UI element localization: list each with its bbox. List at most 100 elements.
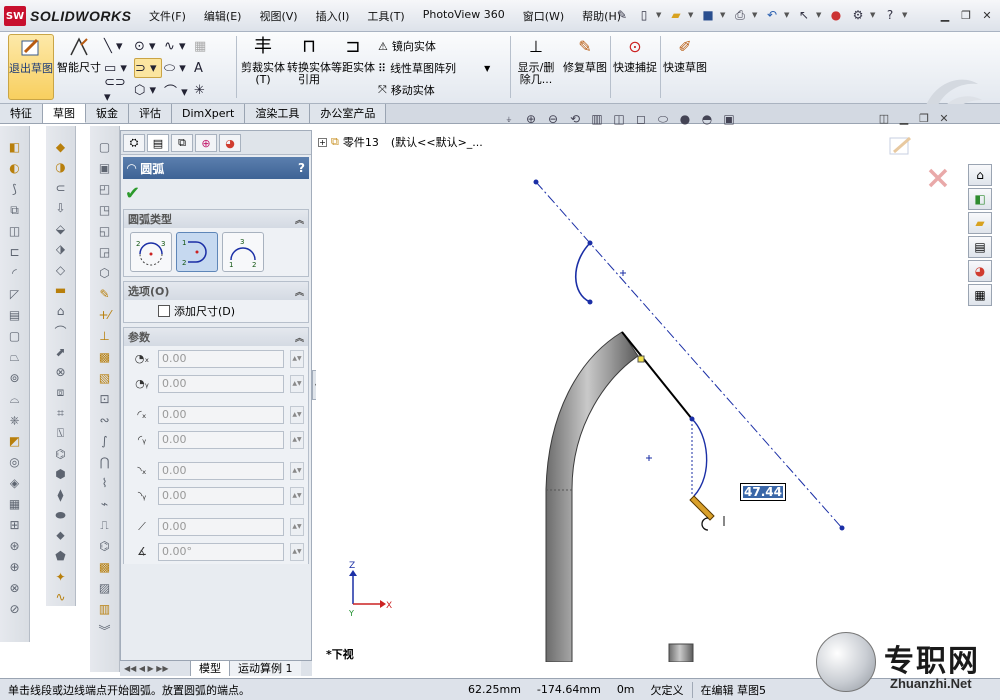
display-manager-tab-icon[interactable]: ◕	[219, 134, 241, 152]
end-y-field[interactable]: 0.00	[158, 486, 284, 505]
surface-revolve-icon[interactable]: ◑	[52, 158, 70, 175]
surface-sweep-icon[interactable]: ⊂	[52, 179, 70, 196]
spinner-icon[interactable]: ▲▼	[290, 542, 304, 561]
edit-appearance-icon[interactable]: ●	[676, 110, 694, 128]
offset-surface-icon[interactable]: ▬	[52, 281, 70, 298]
dimxpert-manager-tab-icon[interactable]: ⊕	[195, 134, 217, 152]
center-x-field[interactable]: 0.00	[158, 349, 284, 368]
tab-office-products[interactable]: 办公室产品	[310, 104, 387, 123]
menu-insert[interactable]: 插入(I)	[307, 8, 359, 24]
knit-surface-icon[interactable]: ⌗	[52, 404, 70, 421]
display-delete-relations-button[interactable]: ⊥ 显示/删除几...	[514, 34, 558, 100]
minimize-icon[interactable]: ▁	[896, 110, 912, 126]
boundary-icon[interactable]: ◫	[6, 222, 24, 240]
surface-loft-icon[interactable]: ⇩	[52, 199, 70, 216]
tab-dimxpert[interactable]: DimXpert	[172, 104, 246, 123]
mirror-entities-button[interactable]: ⚠ 镜向实体	[378, 36, 436, 56]
start-y-field[interactable]: 0.00	[158, 430, 284, 449]
chevron-down-icon[interactable]: ▼	[688, 5, 696, 25]
composite-curve-icon[interactable]: ⎍	[96, 516, 114, 534]
add-relation-icon[interactable]: +⁄	[96, 306, 114, 324]
three-point-arc-icon[interactable]: 3 1 2	[222, 232, 264, 272]
close-icon[interactable]: ✕	[978, 6, 996, 24]
collapse-icon[interactable]: ︽	[295, 285, 304, 298]
thicken-icon[interactable]: ⬬	[52, 507, 70, 524]
center-y-field[interactable]: 0.00	[158, 374, 284, 393]
view-settings-icon[interactable]: ▣	[720, 110, 738, 128]
end-x-field[interactable]: 0.00	[158, 461, 284, 480]
instant3d-icon[interactable]: ◈	[6, 474, 24, 492]
polygon-icon[interactable]: ⬡ ▾	[134, 80, 162, 100]
restore-icon[interactable]: ❐	[957, 6, 975, 24]
spline-tools-icon[interactable]: ∿	[52, 589, 70, 606]
file-explorer-icon[interactable]: ▰	[968, 212, 992, 234]
property-manager-tab-icon[interactable]: ▤	[147, 134, 169, 152]
smart-dim-side-icon[interactable]: ✦	[52, 568, 70, 585]
ruled-surface-icon[interactable]: ⌂	[52, 302, 70, 319]
freeform-icon[interactable]: ⬟	[52, 548, 70, 565]
rebuild-light-icon[interactable]: ●	[826, 5, 846, 25]
print-icon[interactable]: ⎙	[730, 5, 750, 25]
chevron-down-icon[interactable]: ▼	[656, 5, 664, 25]
dome-icon[interactable]: ⌓	[6, 390, 24, 408]
menu-edit[interactable]: 编辑(E)	[195, 8, 251, 24]
sketch-edit-icon[interactable]: ✎	[96, 285, 114, 303]
convert-entities-button[interactable]: ⊓ 转换实体引用	[286, 34, 332, 100]
spinner-icon[interactable]: ▲▼	[290, 486, 304, 505]
sweep-icon[interactable]: ⟆	[6, 180, 24, 198]
view-top-icon[interactable]: ◱	[96, 222, 114, 240]
intersect-icon[interactable]: ⊗	[6, 579, 24, 597]
solidworks-logo[interactable]: SW SOLIDWORKS	[4, 6, 131, 26]
close-icon[interactable]: ✕	[936, 110, 952, 126]
dimension-input-box[interactable]: 47.44	[740, 483, 786, 501]
feature-manager-tab-icon[interactable]: ⛭	[123, 134, 145, 152]
custom-properties-icon[interactable]: ▦	[968, 284, 992, 306]
arc-icon[interactable]: ⊃ ▾	[134, 58, 162, 78]
text-icon[interactable]: A	[194, 58, 222, 78]
hide-show-icon[interactable]: ⬭	[654, 110, 672, 128]
sketch-canvas[interactable]: Z X Y	[316, 124, 968, 662]
tab-sketch[interactable]: 草图	[43, 104, 86, 123]
view-right-icon[interactable]: ◳	[96, 201, 114, 219]
parameters-header[interactable]: 参数 ︽	[124, 328, 308, 346]
collapse-icon[interactable]: ︽	[295, 213, 304, 226]
move-entities-button[interactable]: ⤧ 移动实体	[378, 80, 435, 100]
restore-icon[interactable]: ❐	[916, 110, 932, 126]
spinner-icon[interactable]: ▲▼	[290, 374, 304, 393]
tab-motion-study[interactable]: 运动算例 1	[229, 661, 301, 676]
reference-geometry-icon[interactable]: ◩	[6, 432, 24, 450]
appearances-icon[interactable]: ◕	[968, 260, 992, 282]
equation-curve-icon[interactable]: ∫	[96, 432, 114, 450]
shell-icon[interactable]: ▢	[6, 327, 24, 345]
curve-through-points-icon[interactable]: ∾	[96, 411, 114, 429]
split-line-icon[interactable]: ⌇	[96, 474, 114, 492]
surface-boundary-icon[interactable]: ⬙	[52, 220, 70, 237]
part-name[interactable]: 零件13	[343, 134, 379, 150]
display-relations-icon[interactable]: ⊥	[96, 327, 114, 345]
rib-icon[interactable]: ▤	[6, 306, 24, 324]
view-bottom-icon[interactable]: ◲	[96, 243, 114, 261]
slot-icon[interactable]: ⊂⊃ ▾	[104, 75, 132, 105]
offset-entities-button[interactable]: ⊐ 等距实体	[330, 34, 376, 100]
spinner-icon[interactable]: ▲▼	[290, 517, 304, 536]
collapse-icon[interactable]: ︽	[295, 331, 304, 344]
chevron-down-icon[interactable]: ▼	[902, 5, 910, 25]
tab-render-tools[interactable]: 渲染工具	[245, 104, 311, 123]
projected-curve-icon[interactable]: ⌁	[96, 495, 114, 513]
tangent-arc-icon[interactable]: 12	[176, 232, 218, 272]
view-orientation-icon[interactable]: ◫	[610, 110, 628, 128]
view-iso-icon[interactable]: ⬡	[96, 264, 114, 282]
cut-icon[interactable]: ⊏	[6, 243, 24, 261]
cancel-x-icon[interactable]	[928, 168, 948, 188]
exit-sketch-corner-icon[interactable]	[889, 136, 911, 155]
pin-icon[interactable]: ✎	[612, 5, 632, 25]
spline-icon[interactable]: ∿ ▾	[164, 36, 192, 56]
select-arrow-icon[interactable]: ↖	[794, 5, 814, 25]
display-style-icon[interactable]: ◻	[632, 110, 650, 128]
menu-tools[interactable]: 工具(T)	[358, 8, 413, 24]
fillet-icon[interactable]: ⌒ ▾	[164, 80, 192, 100]
replace-face-icon[interactable]: ⌬	[52, 445, 70, 462]
delete-face-icon[interactable]: ⍂	[52, 425, 70, 442]
block-icon[interactable]: ▩	[96, 558, 114, 576]
mold-icon[interactable]: ▦	[6, 495, 24, 513]
